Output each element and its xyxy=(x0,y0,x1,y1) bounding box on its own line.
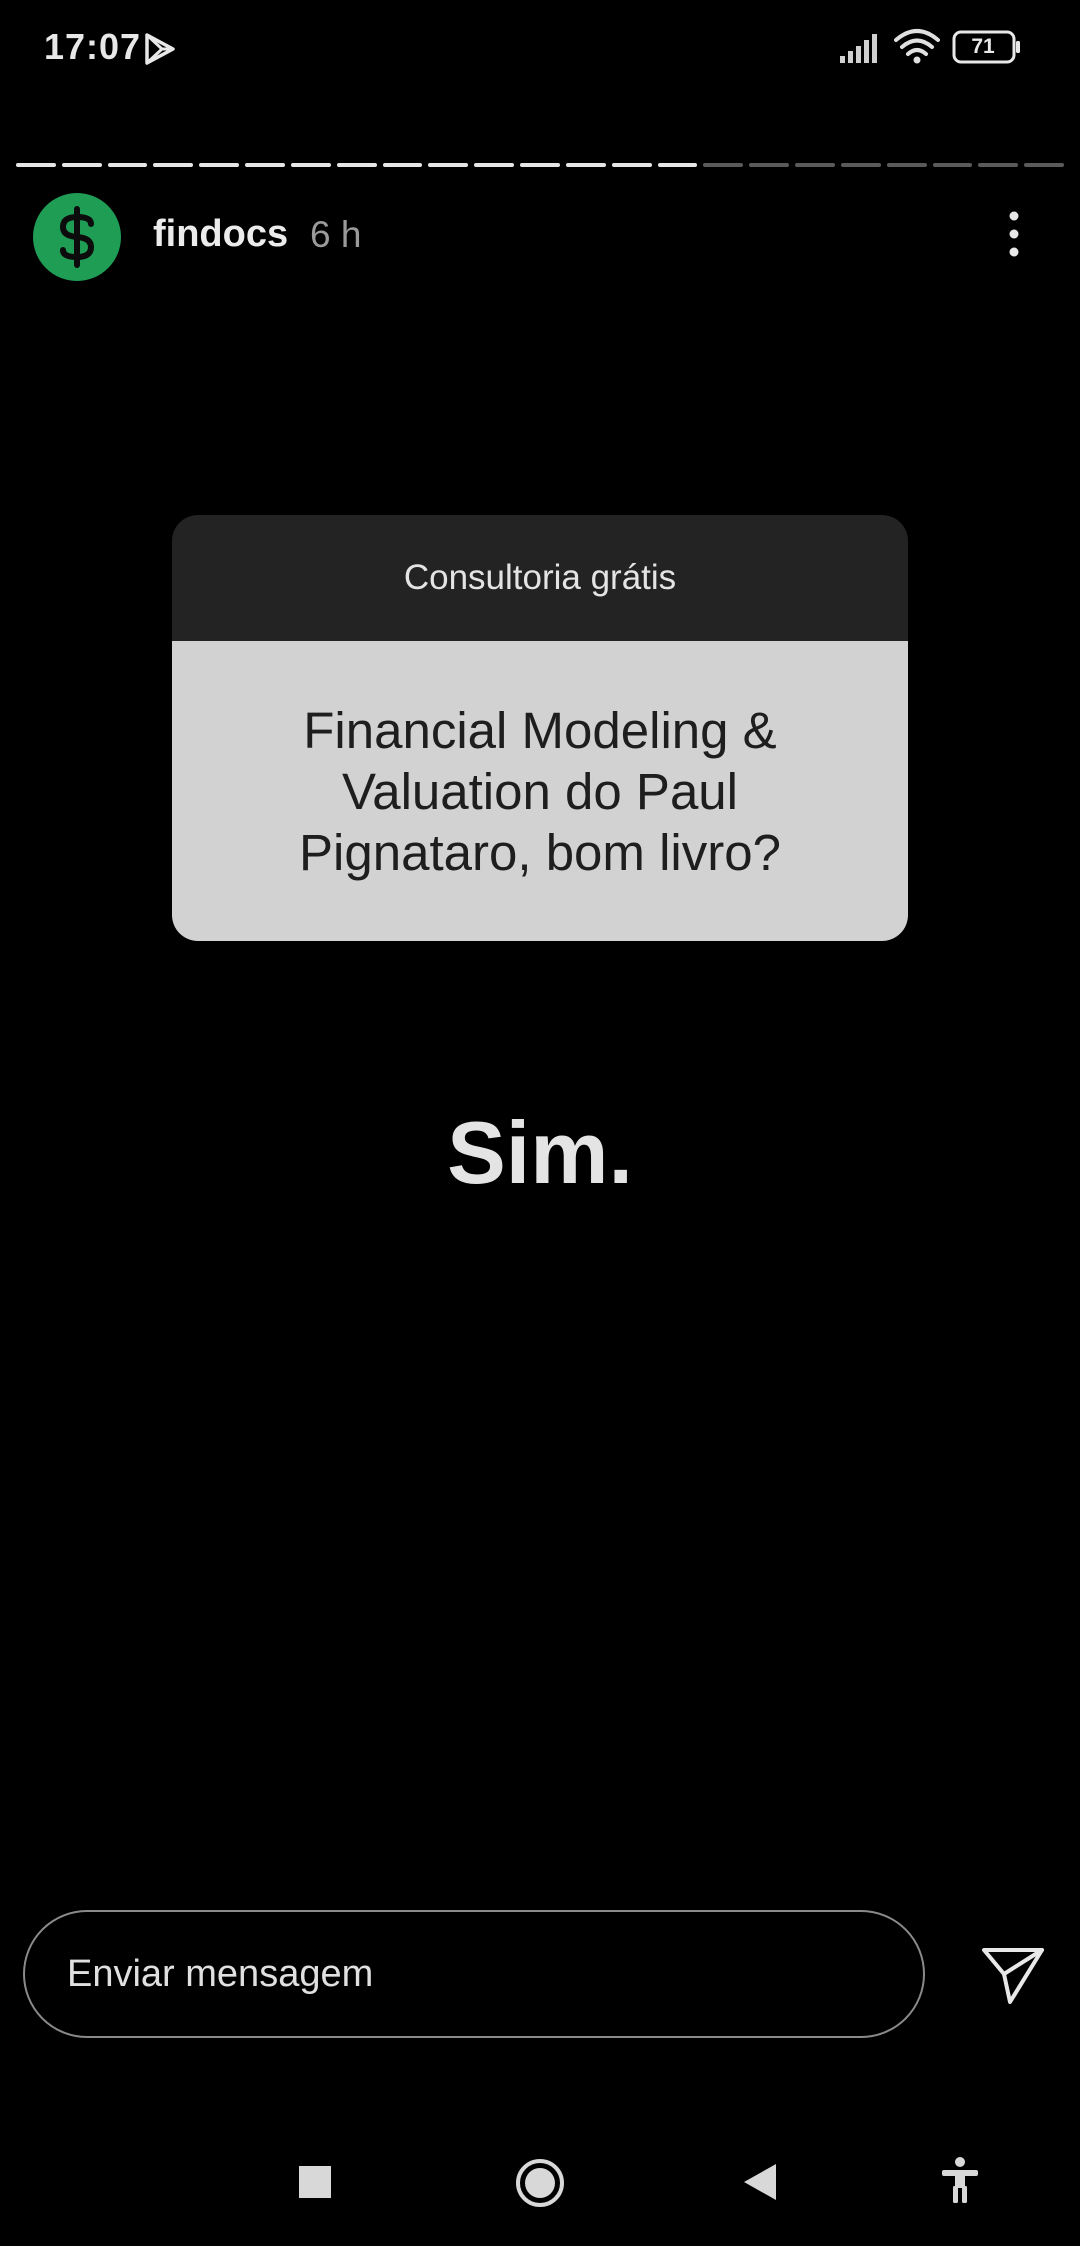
avatar[interactable] xyxy=(33,193,121,281)
story-progress-segment xyxy=(107,163,148,167)
question-sticker-text: Financial Modeling & Valuation do Paul P… xyxy=(172,641,908,941)
story-progress-segment xyxy=(61,163,102,167)
play-store-icon xyxy=(145,33,175,65)
story-progress-segment xyxy=(336,163,377,167)
story-progress-segment xyxy=(199,163,240,167)
story-progress-segment xyxy=(703,163,744,167)
battery-level: 71 xyxy=(971,35,995,58)
username[interactable]: findocs xyxy=(153,213,288,256)
more-vertical-icon[interactable] xyxy=(996,206,1032,266)
story-progress-segment xyxy=(795,163,835,167)
story-progress-segment xyxy=(932,163,973,167)
story-progress-segment xyxy=(382,163,423,167)
story-progress-segment xyxy=(565,163,606,167)
status-time: 17:07 xyxy=(44,26,142,67)
story-progress-segment xyxy=(16,163,56,167)
story-progress-segment xyxy=(657,163,698,167)
wifi-icon xyxy=(894,29,940,64)
accessibility-icon[interactable] xyxy=(938,2156,982,2204)
story-progress-segment xyxy=(290,163,331,167)
story-progress-segment xyxy=(611,163,652,167)
story-answer-text: Sim. xyxy=(447,1103,633,1202)
story-time-ago: 6 h xyxy=(310,214,362,255)
message-input[interactable] xyxy=(23,1910,925,2038)
status-bar: 17:07 71 xyxy=(0,0,1080,96)
story-progress-segment xyxy=(978,163,1019,167)
home-icon[interactable] xyxy=(514,2157,566,2209)
send-icon[interactable] xyxy=(980,1944,1046,2006)
question-sticker-title: Consultoria grátis xyxy=(172,515,908,641)
story-progress-segment xyxy=(428,163,469,167)
story-progress-segment xyxy=(245,163,285,167)
story-progress-bar xyxy=(16,163,1065,167)
story-progress-segment xyxy=(886,163,927,167)
story-progress-segment xyxy=(520,163,560,167)
question-sticker[interactable]: Consultoria grátis Financial Modeling & … xyxy=(172,515,908,941)
story-progress-segment xyxy=(840,163,881,167)
recents-icon[interactable] xyxy=(298,2165,332,2199)
back-icon[interactable] xyxy=(742,2162,778,2202)
dollar-icon xyxy=(59,206,95,268)
story-progress-segment xyxy=(153,163,194,167)
signal-icon xyxy=(840,34,877,63)
story-progress-segment xyxy=(1024,163,1065,167)
story-progress-segment xyxy=(474,163,515,167)
story-progress-segment xyxy=(749,163,790,167)
